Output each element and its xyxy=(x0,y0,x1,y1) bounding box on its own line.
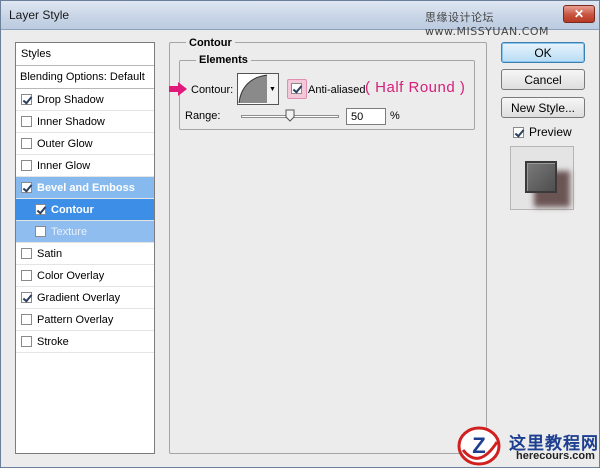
layer-style-dialog: Layer Style 思缘设计论坛 www.MISSYUAN.COM ✕ St… xyxy=(0,0,600,468)
contour-checkbox[interactable] xyxy=(35,204,46,215)
style-item-texture[interactable]: Texture xyxy=(16,221,154,243)
style-item-label: Bevel and Emboss xyxy=(37,181,135,194)
ok-label: OK xyxy=(534,45,552,60)
elements-group-title: Elements xyxy=(196,54,251,66)
style-item-satin[interactable]: Satin xyxy=(16,243,154,265)
style-item-label: Satin xyxy=(37,247,63,260)
style-item-label: Drop Shadow xyxy=(37,93,104,106)
style-item-label: Gradient Overlay xyxy=(37,291,121,304)
style-item-label: Pattern Overlay xyxy=(37,313,114,326)
logo-letter: Z xyxy=(472,433,485,458)
range-value-input[interactable]: 50 xyxy=(346,108,386,125)
style-item-bevel-and-emboss[interactable]: Bevel and Emboss xyxy=(16,177,154,199)
range-unit: % xyxy=(390,110,400,122)
close-button[interactable]: ✕ xyxy=(563,5,595,23)
range-slider-thumb[interactable] xyxy=(285,109,295,122)
style-item-label: Contour xyxy=(51,203,94,216)
stroke-checkbox[interactable] xyxy=(21,336,32,347)
style-item-inner-shadow[interactable]: Inner Shadow xyxy=(16,111,154,133)
style-item-stroke[interactable]: Stroke xyxy=(16,331,154,353)
cancel-label: Cancel xyxy=(524,72,562,87)
style-item-label: Color Overlay xyxy=(37,269,105,282)
logo-domain: herecours.com xyxy=(516,450,595,462)
contour-label: Contour: xyxy=(191,84,234,96)
color-overlay-checkbox[interactable] xyxy=(21,270,32,281)
style-item-label: Outer Glow xyxy=(37,137,93,150)
anti-aliased-checkbox[interactable] xyxy=(291,83,302,94)
texture-checkbox[interactable] xyxy=(35,226,46,237)
style-item-pattern-overlay[interactable]: Pattern Overlay xyxy=(16,309,154,331)
style-item-gradient-overlay[interactable]: Gradient Overlay xyxy=(16,287,154,309)
half-round-contour-icon xyxy=(238,74,270,104)
style-item-color-overlay[interactable]: Color Overlay xyxy=(16,265,154,287)
pink-arrow-icon xyxy=(169,82,187,96)
preview-toggle[interactable]: Preview xyxy=(513,125,572,139)
inner-shadow-checkbox[interactable] xyxy=(21,116,32,127)
preview-label: Preview xyxy=(529,125,572,139)
half-round-annotation: ( Half Round ) xyxy=(365,79,466,96)
blending-options-label: Blending Options: Default xyxy=(20,71,145,83)
herecours-logo-icon: Z xyxy=(457,426,501,466)
styles-header-label: Styles xyxy=(21,48,51,60)
anti-aliased-label: Anti-aliased xyxy=(308,84,366,96)
chevron-down-icon: ▼ xyxy=(269,85,276,93)
blending-options-item[interactable]: Blending Options: Default xyxy=(16,66,154,89)
inner-glow-checkbox[interactable] xyxy=(21,160,32,171)
contour-group-title: Contour xyxy=(186,37,235,49)
new-style-label: New Style... xyxy=(510,100,576,115)
window-title: Layer Style xyxy=(9,8,70,22)
cancel-button[interactable]: Cancel xyxy=(501,69,585,90)
preview-checkbox[interactable] xyxy=(513,126,524,138)
style-item-outer-glow[interactable]: Outer Glow xyxy=(16,133,154,155)
style-item-contour[interactable]: Contour xyxy=(16,199,154,221)
contour-dropdown-button[interactable]: ▼ xyxy=(267,73,279,105)
range-label: Range: xyxy=(185,110,221,122)
style-item-label: Inner Glow xyxy=(37,159,91,172)
title-bar[interactable]: Layer Style 思缘设计论坛 www.MISSYUAN.COM ✕ xyxy=(1,1,599,38)
new-style-button[interactable]: New Style... xyxy=(501,97,585,118)
drop-shadow-checkbox[interactable] xyxy=(21,94,32,105)
contour-picker[interactable] xyxy=(237,73,271,105)
style-item-label: Inner Shadow xyxy=(37,115,105,128)
pattern-overlay-checkbox[interactable] xyxy=(21,314,32,325)
outer-glow-checkbox[interactable] xyxy=(21,138,32,149)
bevel-emboss-checkbox[interactable] xyxy=(21,182,32,193)
style-item-label: Texture xyxy=(51,225,88,238)
gradient-overlay-checkbox[interactable] xyxy=(21,292,32,303)
ok-button[interactable]: OK xyxy=(501,42,585,63)
styles-list: Styles Blending Options: Default Drop Sh… xyxy=(15,42,155,454)
style-item-label: Stroke xyxy=(37,335,69,348)
preview-swatch xyxy=(525,161,557,193)
satin-checkbox[interactable] xyxy=(21,248,32,259)
range-value: 50 xyxy=(351,111,364,123)
style-item-drop-shadow[interactable]: Drop Shadow xyxy=(16,89,154,111)
close-icon: ✕ xyxy=(573,7,585,21)
style-item-inner-glow[interactable]: Inner Glow xyxy=(16,155,154,177)
styles-header[interactable]: Styles xyxy=(16,43,154,66)
